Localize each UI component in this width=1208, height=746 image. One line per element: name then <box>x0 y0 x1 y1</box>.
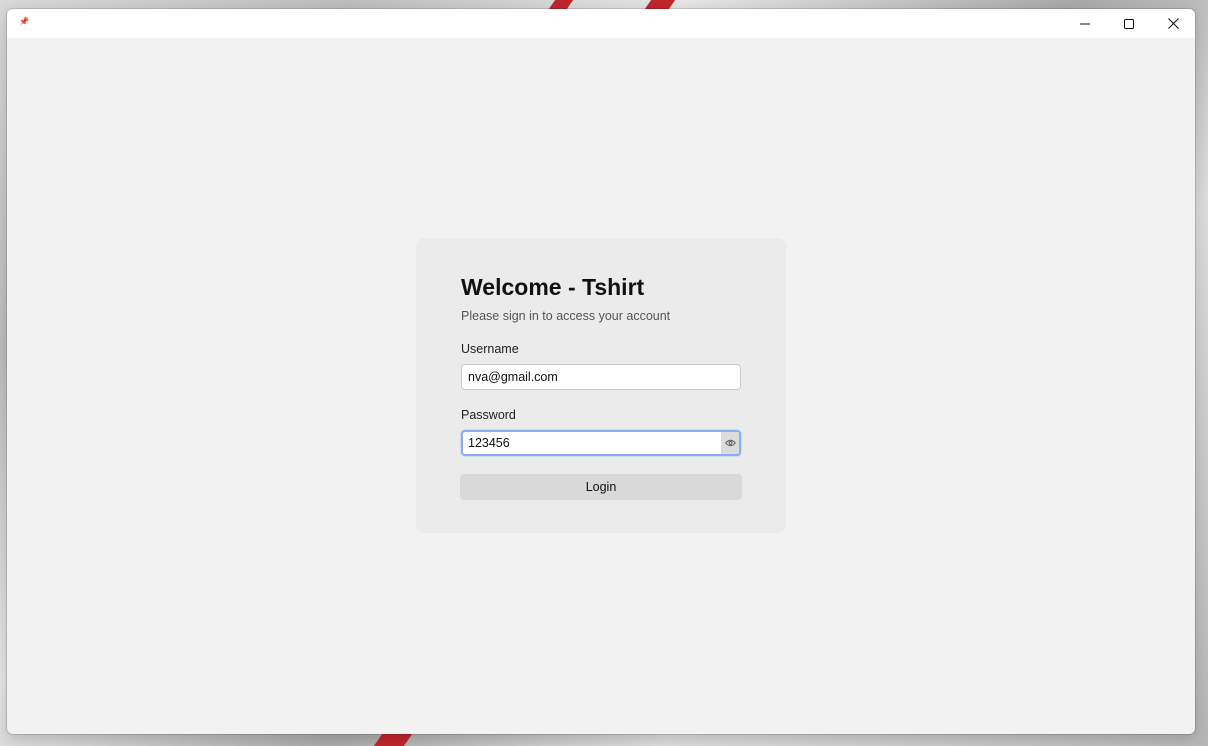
password-label: Password <box>461 408 516 422</box>
wallpaper-stripe <box>373 734 413 746</box>
wallpaper-stripe <box>548 0 574 9</box>
login-button[interactable]: Login <box>460 474 742 500</box>
minimize-icon <box>1080 23 1090 24</box>
password-field-container[interactable] <box>461 430 741 456</box>
minimize-button[interactable] <box>1063 9 1107 38</box>
password-input[interactable] <box>468 432 718 454</box>
login-card: Welcome - Tshirt Please sign in to acces… <box>416 238 786 533</box>
app-window: 📌 Welcome - Tshirt Please sign in to acc… <box>7 9 1195 734</box>
close-icon <box>1167 18 1179 29</box>
username-field-container[interactable] <box>461 364 741 390</box>
maximize-button[interactable] <box>1107 9 1151 38</box>
close-button[interactable] <box>1151 9 1195 38</box>
page-subtitle: Please sign in to access your account <box>461 309 671 323</box>
maximize-icon <box>1124 18 1134 29</box>
wallpaper-stripe <box>644 0 676 9</box>
app-icon: 📌 <box>19 17 29 26</box>
username-input[interactable] <box>468 365 718 389</box>
username-label: Username <box>461 342 519 356</box>
title-bar[interactable]: 📌 <box>7 9 1195 38</box>
page-title: Welcome - Tshirt <box>461 274 645 300</box>
eye-icon <box>724 439 736 447</box>
toggle-password-visibility-button[interactable] <box>721 432 739 454</box>
